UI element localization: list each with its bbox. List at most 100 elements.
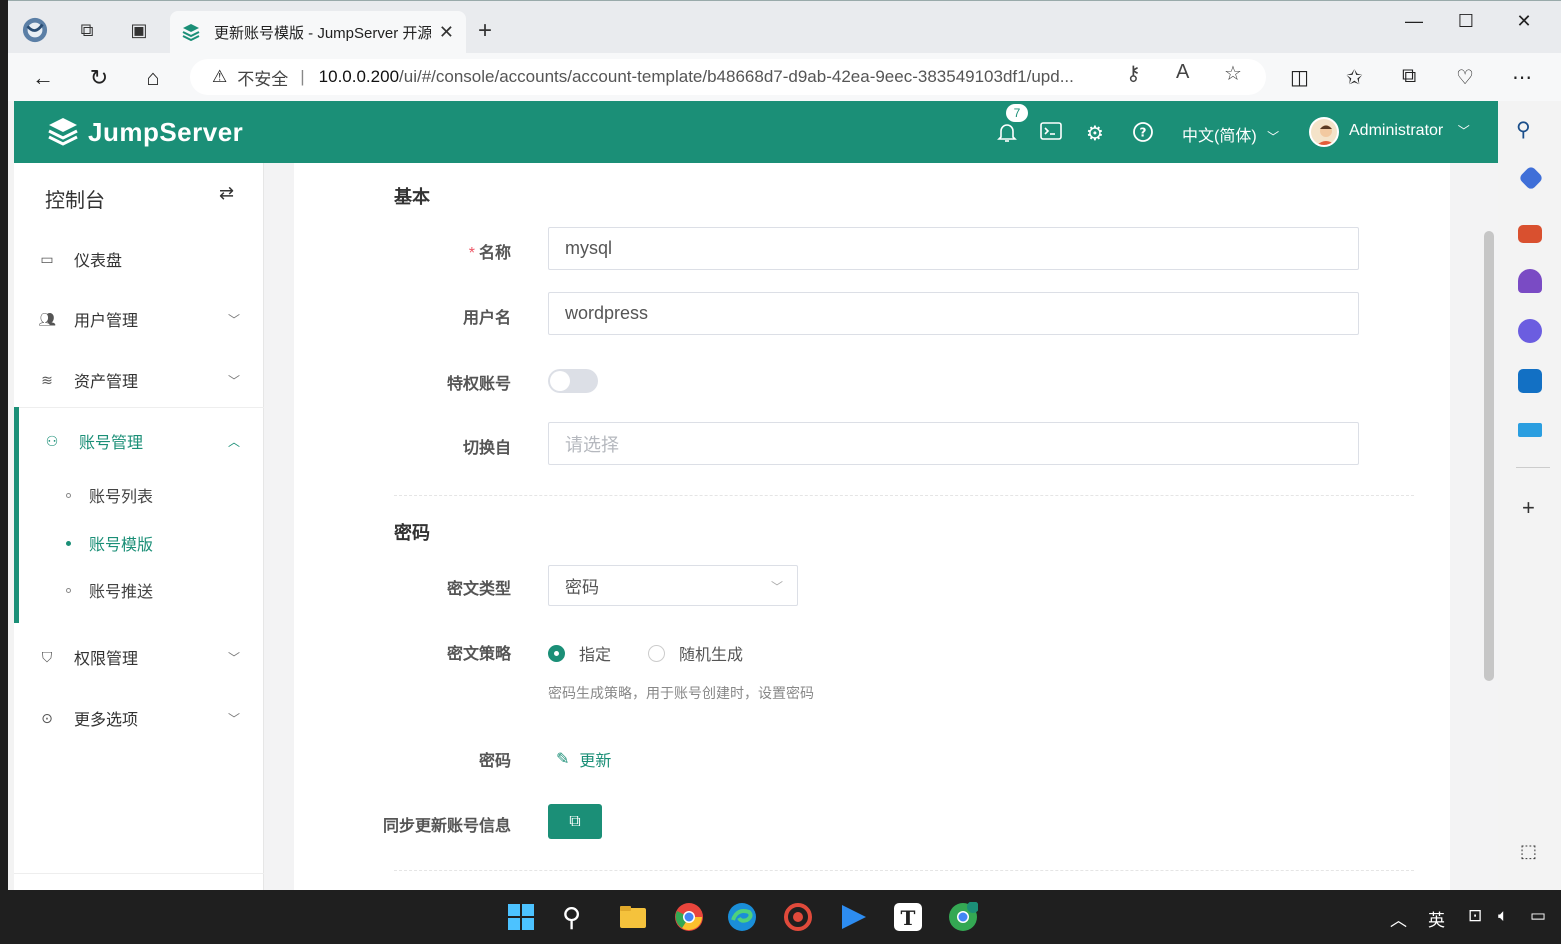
tab-close-icon[interactable]: ✕ [439, 22, 454, 43]
search-icon[interactable]: ⚲ [562, 902, 592, 932]
shopping-tag-icon[interactable] [1518, 165, 1544, 191]
battery-icon[interactable]: ▭ [1530, 906, 1546, 926]
sidebar-subitem-account-list[interactable]: 账号列表 [66, 483, 153, 507]
vertical-tabs-icon[interactable]: ▣ [126, 17, 152, 43]
password-update-link[interactable]: ✎ 更新 [556, 747, 611, 771]
edge-sidebar: ⚲ + ⬚ [1498, 101, 1561, 891]
sidebar-subitem-account-template[interactable]: 账号模版 [66, 531, 153, 555]
strategy-random-radio[interactable]: 随机生成 [648, 641, 743, 665]
key-icon[interactable]: ⚷ [1126, 61, 1141, 86]
app-icon-swirl[interactable] [783, 902, 813, 932]
jumpserver-app: JumpServer 7 ⚙ ? 中文(简体) ﹀ Administrator [14, 101, 1498, 891]
password-label: 密码 [478, 753, 511, 770]
sidebar-subitem-label: 账号列表 [89, 489, 154, 506]
strategy-specified-radio[interactable]: 指定 [548, 641, 611, 665]
secret-type-select[interactable]: 密码 ﹀ [548, 565, 798, 606]
sidebar-item-label: 权限管理 [74, 651, 139, 668]
home-button[interactable]: ⌂ [138, 63, 168, 93]
username-label: 用户名 [462, 310, 511, 327]
refresh-button[interactable]: ↻ [84, 63, 114, 93]
send-icon[interactable] [1518, 423, 1542, 437]
tools-icon[interactable] [1518, 225, 1542, 243]
new-tab-button[interactable]: + [478, 17, 492, 45]
sidebar-item-label: 仪表盘 [74, 253, 123, 270]
windows-start-icon[interactable] [506, 902, 536, 932]
scrollbar[interactable] [1484, 231, 1494, 681]
terminal-icon[interactable] [1040, 121, 1062, 147]
url-field[interactable]: ⚠ 不安全 | 10.0.0.200 /ui/#/console/account… [190, 59, 1266, 95]
section-basic-title: 基本 [394, 187, 430, 207]
strategy-help-text: 密码生成策略，用于账号创建时，设置密码 [548, 685, 814, 701]
switch-from-select[interactable]: 请选择 [548, 422, 1359, 465]
toggle-knob [550, 371, 570, 391]
bullet [66, 540, 71, 546]
privileged-toggle[interactable] [548, 369, 598, 393]
update-link-text: 更新 [579, 753, 612, 770]
back-button[interactable]: ← [28, 63, 58, 93]
app-icon-arrow[interactable] [838, 902, 868, 932]
sidebar-divider [14, 407, 264, 408]
sync-open-button[interactable]: ⧉ [548, 804, 602, 839]
switch-view-icon[interactable]: ⇄ [219, 183, 234, 204]
split-screen-icon[interactable]: ◫ [1290, 65, 1309, 90]
chevron-down-icon: ﹀ [227, 312, 240, 327]
sidebar-item-label: 资产管理 [74, 374, 139, 391]
collections-icon[interactable]: ⧉ [1402, 65, 1416, 88]
warning-icon: ⚠ [212, 67, 228, 86]
sidebar-item-dashboard[interactable]: ▭ 仪表盘 [14, 229, 264, 289]
chevron-down-icon: ﹀ [227, 650, 240, 665]
close-window-button[interactable]: ✕ [1504, 11, 1544, 32]
active-tab[interactable]: 更新账号模版 - JumpServer 开源 ✕ [170, 11, 466, 53]
chrome-icon[interactable] [674, 902, 704, 932]
network-icon[interactable]: ⊡ [1468, 906, 1482, 926]
bell-icon[interactable] [996, 121, 1018, 149]
chrome-profile-icon[interactable] [948, 901, 979, 932]
sidebar-item-users[interactable]: 👥︎ 用户管理 ﹀ [14, 289, 264, 349]
layers-icon: ≋ [41, 371, 53, 388]
outlook-icon[interactable] [1518, 369, 1542, 393]
logo[interactable]: JumpServer [46, 115, 243, 149]
sidebar-item-more[interactable]: ⊙ 更多选项 ﹀ [14, 688, 264, 748]
help-icon[interactable]: ? [1132, 121, 1154, 149]
read-aloud-icon[interactable]: A [1176, 61, 1189, 84]
secret-type-label: 密文类型 [446, 581, 511, 598]
privileged-label: 特权账号 [446, 376, 511, 393]
file-explorer-icon[interactable] [618, 902, 648, 932]
sidebar-item-permissions[interactable]: ⛉ 权限管理 ﹀ [14, 627, 264, 687]
favorite-star-icon[interactable]: ☆ [1224, 61, 1242, 86]
edit-icon: ✎ [556, 751, 570, 768]
avatar[interactable] [1309, 117, 1339, 147]
ime-indicator[interactable]: 英 [1428, 906, 1445, 931]
typora-icon[interactable]: T [893, 902, 923, 932]
more-menu-icon[interactable]: ⋯ [1512, 65, 1532, 90]
sidebar-item-accounts[interactable]: ⚇ 账号管理 ︿ [14, 411, 264, 471]
language-selector[interactable]: 中文(简体) ﹀ [1182, 122, 1279, 146]
screenshot-icon[interactable]: ⬚ [1520, 841, 1537, 862]
add-sidebar-app-icon[interactable]: + [1522, 495, 1535, 521]
settings-gear-icon[interactable]: ⚙ [1086, 121, 1104, 146]
chevron-up-icon: ︿ [227, 434, 240, 449]
user-menu[interactable]: Administrator ﹀ [1349, 122, 1470, 140]
username-input[interactable]: wordpress [548, 292, 1359, 335]
name-input[interactable]: mysql [548, 227, 1359, 270]
section-divider [394, 870, 1414, 871]
minimize-button[interactable]: — [1394, 11, 1434, 32]
copilot-icon[interactable] [1518, 319, 1542, 343]
secret-type-value: 密码 [565, 578, 599, 597]
chevron-down-icon: ﹀ [227, 711, 240, 726]
tray-overflow-icon[interactable]: ︿ [1390, 906, 1407, 931]
favorites-icon[interactable]: ✩ [1346, 65, 1363, 90]
games-icon[interactable] [1518, 269, 1542, 293]
radio-circle [548, 644, 565, 662]
browser-essentials-icon[interactable]: ♡ [1456, 65, 1474, 90]
maximize-button[interactable]: ☐ [1446, 11, 1486, 32]
volume-icon[interactable]: 🔈︎ [1498, 906, 1508, 926]
edge-icon[interactable] [727, 902, 757, 932]
sidebar-item-assets[interactable]: ≋ 资产管理 ﹀ [14, 350, 264, 410]
workspaces-icon[interactable]: ⧉ [74, 17, 100, 43]
sidebar: 控制台 ⇄ ▭ 仪表盘 👥︎ 用户管理 ﹀ ≋ 资产管理 ﹀ ⚇ 账号管理 ︿ [14, 163, 264, 891]
sidebar-subitem-account-push[interactable]: 账号推送 [66, 578, 153, 602]
profile-icon[interactable] [22, 17, 48, 43]
jumpserver-logo-icon [48, 118, 78, 146]
search-icon[interactable]: ⚲ [1516, 117, 1531, 142]
